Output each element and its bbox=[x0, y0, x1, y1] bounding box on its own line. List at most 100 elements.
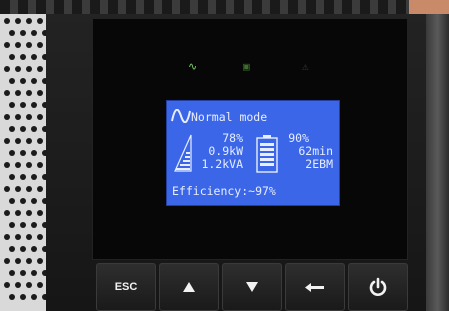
vent-hole bbox=[9, 222, 15, 228]
vent-hole bbox=[31, 54, 37, 60]
vent-hole bbox=[15, 258, 21, 264]
vent-hole bbox=[9, 102, 15, 108]
mode-line: Normal mode bbox=[171, 109, 267, 124]
vent-hole bbox=[9, 246, 15, 252]
vent-hole bbox=[26, 42, 32, 48]
vent-hole bbox=[20, 174, 26, 180]
vent-hole bbox=[15, 90, 21, 96]
lcd-display: Normal mode 78% 0.9kW 1.2kVA 90% 62min 2… bbox=[166, 100, 340, 206]
vent-hole bbox=[4, 258, 10, 264]
vent-hole bbox=[31, 198, 37, 204]
vent-hole bbox=[9, 54, 15, 60]
esc-button[interactable]: ESC bbox=[96, 263, 156, 311]
up-button[interactable] bbox=[159, 263, 219, 311]
vent-hole bbox=[37, 258, 43, 264]
vent-hole bbox=[37, 42, 43, 48]
ac-power-icon: ∿ bbox=[188, 60, 198, 73]
vent-hole bbox=[26, 18, 32, 24]
battery-level-icon bbox=[256, 135, 278, 173]
sine-wave-icon bbox=[171, 109, 191, 123]
vent-hole bbox=[26, 186, 32, 192]
vent-hole bbox=[4, 186, 10, 192]
vent-hole bbox=[31, 150, 37, 156]
vent-hole bbox=[37, 210, 43, 216]
vent-hole bbox=[26, 234, 32, 240]
vent-hole bbox=[15, 114, 21, 120]
efficiency-readout: Efficiency:~97% bbox=[172, 184, 276, 198]
vent-hole bbox=[15, 138, 21, 144]
vent-hole bbox=[37, 186, 43, 192]
vent-hole bbox=[15, 66, 21, 72]
down-arrow-icon bbox=[246, 282, 258, 292]
vent-hole bbox=[9, 174, 15, 180]
down-button[interactable] bbox=[222, 263, 282, 311]
vent-hole bbox=[31, 102, 37, 108]
vent-hole bbox=[4, 18, 10, 24]
vent-hole bbox=[20, 54, 26, 60]
vent-hole bbox=[4, 90, 10, 96]
vent-hole bbox=[20, 294, 26, 300]
power-button[interactable] bbox=[348, 263, 408, 311]
ebm-count: 2EBM bbox=[305, 157, 333, 171]
vent-hole bbox=[20, 270, 26, 276]
vent-hole bbox=[31, 126, 37, 132]
vent-hole bbox=[9, 150, 15, 156]
vent-hole bbox=[4, 138, 10, 144]
vent-hole bbox=[4, 234, 10, 240]
vent-hole bbox=[20, 126, 26, 132]
vent-hole bbox=[37, 114, 43, 120]
vent-hole bbox=[20, 78, 26, 84]
vent-hole bbox=[15, 234, 21, 240]
vent-hole bbox=[26, 90, 32, 96]
vent-hole bbox=[31, 30, 37, 36]
power-icon bbox=[369, 277, 387, 296]
vent-hole bbox=[20, 150, 26, 156]
vent-hole bbox=[20, 246, 26, 252]
vent-hole bbox=[26, 138, 32, 144]
background-highlight bbox=[409, 0, 449, 14]
vent-hole bbox=[4, 66, 10, 72]
warning-icon: ⚠ bbox=[302, 60, 309, 73]
side-vent-mesh bbox=[0, 14, 46, 311]
vent-hole bbox=[26, 210, 32, 216]
vent-hole bbox=[37, 138, 43, 144]
mode-text: Normal mode bbox=[191, 110, 268, 124]
keypad: ESC bbox=[96, 263, 412, 311]
vent-hole bbox=[15, 186, 21, 192]
vent-hole bbox=[9, 126, 15, 132]
vent-hole bbox=[4, 114, 10, 120]
vent-hole bbox=[4, 42, 10, 48]
vent-hole bbox=[15, 162, 21, 168]
vent-hole bbox=[4, 162, 10, 168]
top-vent-strip bbox=[0, 0, 449, 14]
vent-hole bbox=[9, 30, 15, 36]
vent-hole bbox=[20, 30, 26, 36]
battery-icon: ▣ bbox=[243, 60, 250, 73]
vent-hole bbox=[37, 66, 43, 72]
vent-hole bbox=[31, 222, 37, 228]
vent-hole bbox=[37, 282, 43, 288]
power-kva: 1.2kVA bbox=[201, 157, 243, 171]
vent-hole bbox=[31, 246, 37, 252]
vent-hole bbox=[37, 18, 43, 24]
enter-button[interactable] bbox=[285, 263, 345, 311]
vent-hole bbox=[31, 78, 37, 84]
vent-hole bbox=[26, 282, 32, 288]
vent-hole bbox=[20, 102, 26, 108]
vent-hole bbox=[4, 282, 10, 288]
vent-hole bbox=[9, 198, 15, 204]
enter-icon bbox=[305, 283, 324, 292]
vent-hole bbox=[26, 66, 32, 72]
up-arrow-icon bbox=[183, 282, 195, 292]
vent-hole bbox=[26, 258, 32, 264]
vent-hole bbox=[37, 162, 43, 168]
vent-hole bbox=[15, 18, 21, 24]
vent-hole bbox=[15, 282, 21, 288]
vent-hole bbox=[26, 162, 32, 168]
vent-hole bbox=[9, 78, 15, 84]
vent-hole bbox=[37, 90, 43, 96]
vent-hole bbox=[9, 294, 15, 300]
vent-hole bbox=[26, 114, 32, 120]
esc-label: ESC bbox=[114, 281, 138, 293]
vent-hole bbox=[37, 234, 43, 240]
